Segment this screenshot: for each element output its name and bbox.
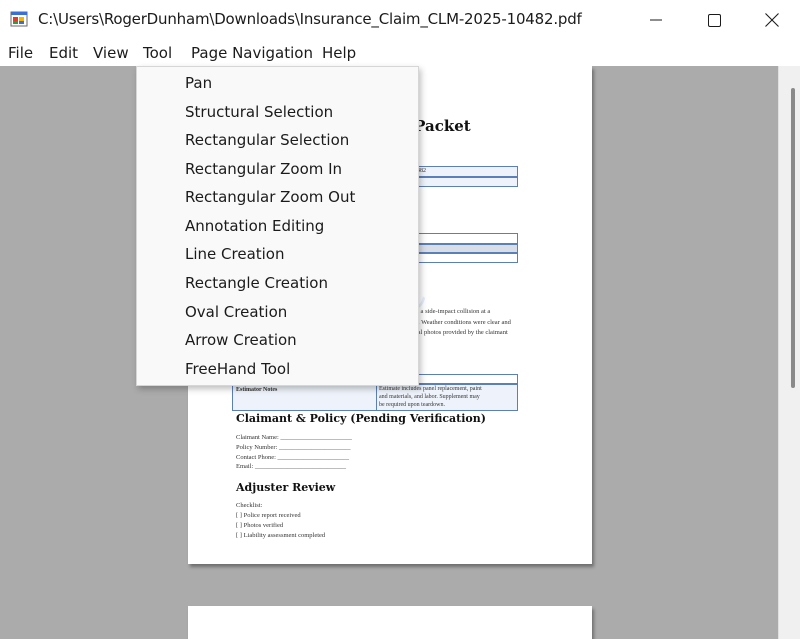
tool-menu-dropdown: Pan Structural Selection Rectangular Sel…	[136, 66, 419, 386]
checklist-item: [ ] Photos verified	[236, 522, 284, 529]
title-bar: C:\Users\RogerDunham\Downloads\Insurance…	[0, 0, 800, 40]
minimize-button[interactable]	[626, 0, 686, 40]
menu-item-arrow-creation[interactable]: Arrow Creation	[185, 326, 415, 354]
menu-item-rectangular-selection[interactable]: Rectangular Selection	[185, 126, 415, 154]
checklist-item: [ ] Liability assessment completed	[236, 532, 326, 539]
estimator-note-line: be required upon teardown.	[379, 402, 445, 408]
narrative-line: n to a side-impact collision at a	[409, 308, 491, 315]
estimator-notes-row: Estimator Notes Estimate includes panel …	[232, 384, 518, 411]
menu-page-navigation[interactable]: Page Navigation	[191, 43, 313, 65]
checklist-item: [ ] Police report received	[236, 512, 301, 519]
scrollbar-thumb[interactable]	[791, 88, 795, 388]
vertical-scrollbar[interactable]	[778, 66, 800, 639]
menu-tool[interactable]: Tool	[143, 43, 173, 65]
pdf-page-2	[188, 606, 592, 639]
app-window-icon[interactable]	[10, 10, 28, 28]
menu-item-rectangular-zoom-in[interactable]: Rectangular Zoom In	[185, 155, 415, 183]
section-adjuster-heading: Adjuster Review	[236, 481, 336, 494]
menu-item-rectangular-zoom-out[interactable]: Rectangular Zoom Out	[185, 183, 415, 211]
claimant-field: Claimant Name: ______________________	[236, 434, 352, 441]
cell-divider	[376, 385, 377, 410]
estimator-notes-label: Estimator Notes	[236, 387, 278, 393]
menu-item-rectangle-creation[interactable]: Rectangle Creation	[185, 269, 415, 297]
close-icon	[765, 13, 779, 27]
menu-item-annotation-editing[interactable]: Annotation Editing	[185, 212, 415, 240]
menu-edit[interactable]: Edit	[49, 43, 78, 65]
menu-view[interactable]: View	[93, 43, 129, 65]
menu-help[interactable]: Help	[322, 43, 356, 65]
maximize-icon	[707, 13, 721, 27]
menu-item-structural-selection[interactable]: Structural Selection	[185, 98, 415, 126]
window-title: C:\Users\RogerDunham\Downloads\Insurance…	[38, 10, 582, 28]
menu-file[interactable]: File	[8, 43, 33, 65]
estimator-note-line: and materials, and labor. Supplement may	[379, 394, 480, 400]
menu-item-line-creation[interactable]: Line Creation	[185, 240, 415, 268]
menu-bar: File Edit View Tool Page Navigation Help	[0, 40, 800, 66]
checklist-title: Checklist:	[236, 502, 263, 509]
minimize-icon	[650, 19, 662, 21]
maximize-button[interactable]	[684, 0, 744, 40]
narrative-line: nitial photos provided by the claimant	[409, 329, 508, 336]
claimant-field: Email: ____________________________	[236, 463, 346, 470]
narrative-line: ene. Weather conditions were clear and	[409, 319, 511, 326]
claimant-field: Contact Phone: ______________________	[236, 454, 350, 461]
menu-item-oval-creation[interactable]: Oval Creation	[185, 298, 415, 326]
claimant-field: Policy Number: ______________________	[236, 444, 351, 451]
estimator-note-line: Estimate includes panel replacement, pai…	[379, 386, 482, 392]
section-claimant-heading: Claimant & Policy (Pending Verification)	[236, 412, 486, 425]
menu-item-freehand-tool[interactable]: FreeHand Tool	[185, 355, 415, 383]
menu-item-pan[interactable]: Pan	[185, 69, 415, 97]
close-button[interactable]	[742, 0, 800, 40]
